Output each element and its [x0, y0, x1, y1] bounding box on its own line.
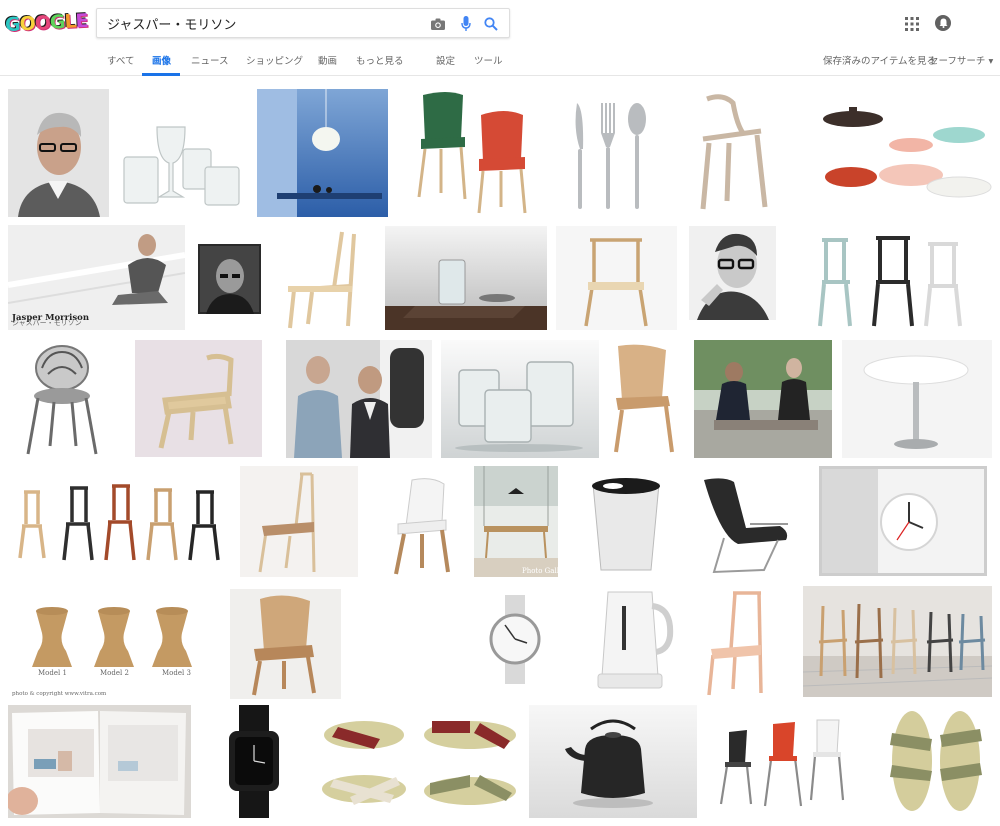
image-result[interactable]: [878, 705, 992, 818]
tab-all[interactable]: すべて: [107, 53, 134, 67]
image-result[interactable]: [529, 705, 697, 818]
image-result[interactable]: [842, 340, 992, 458]
google-doodle-logo[interactable]: GOOGLE: [4, 8, 89, 38]
search-input[interactable]: [107, 13, 417, 33]
image-result[interactable]: Jasper Morrison ジャスパー・モリソン: [8, 225, 185, 330]
image-result[interactable]: [320, 705, 520, 818]
image-result[interactable]: [819, 466, 987, 576]
safesearch-toggle[interactable]: セーフサーチ ▾: [929, 53, 993, 67]
image-result[interactable]: [556, 226, 677, 330]
tab-shopping[interactable]: ショッピング: [246, 53, 303, 67]
tab-news[interactable]: ニュース: [191, 53, 229, 67]
tab-tools[interactable]: ツール: [474, 53, 503, 67]
search-tabs: すべて 画像 ニュース ショッピング 動画 もっと見る 設定 ツール 保存済みの…: [0, 48, 1000, 76]
image-result[interactable]: [715, 716, 862, 811]
image-result[interactable]: [8, 89, 109, 217]
image-result[interactable]: Photo Gallery: [474, 466, 558, 577]
image-result[interactable]: [8, 338, 118, 458]
image-results-grid: Jasper Morrison ジャスパー・モリソン Photo Gal Mod…: [0, 76, 1000, 826]
search-box: [96, 8, 510, 38]
image-result[interactable]: [8, 466, 232, 567]
image-result[interactable]: [198, 244, 261, 314]
apps-grid-icon[interactable]: [905, 16, 919, 31]
image-result[interactable]: [594, 586, 677, 696]
image-caption-copyright: photo & copyright www.vitra.com: [12, 691, 107, 697]
image-result[interactable]: [803, 586, 992, 697]
image-caption: Photo Gallery: [522, 567, 558, 575]
image-result[interactable]: [401, 89, 541, 217]
image-result[interactable]: [8, 705, 191, 818]
image-caption: Model 3: [162, 669, 191, 677]
image-result[interactable]: [705, 589, 774, 699]
image-result[interactable]: [257, 89, 388, 217]
image-result[interactable]: [683, 89, 785, 217]
search-icon[interactable]: [482, 15, 500, 33]
image-result[interactable]: [441, 340, 599, 458]
image-result[interactable]: [694, 474, 798, 577]
image-result[interactable]: [583, 474, 669, 577]
image-result[interactable]: [225, 705, 282, 818]
saved-items-link[interactable]: 保存済みのアイテムを見る: [823, 53, 936, 67]
image-result[interactable]: [812, 226, 992, 330]
image-result[interactable]: [135, 340, 262, 457]
tab-videos[interactable]: 動画: [318, 53, 337, 67]
camera-icon[interactable]: [429, 15, 447, 33]
image-result[interactable]: [485, 595, 545, 684]
image-result[interactable]: [385, 226, 547, 330]
tab-more[interactable]: もっと見る: [356, 53, 404, 67]
microphone-icon[interactable]: [457, 15, 475, 33]
image-result[interactable]: [240, 466, 358, 577]
image-caption: Model 2: [100, 669, 129, 677]
image-result[interactable]: Model 1 Model 2 Model 3 photo & copyrigh…: [8, 589, 192, 699]
image-result[interactable]: [694, 340, 832, 458]
image-result[interactable]: [606, 340, 685, 458]
image-result[interactable]: [284, 228, 362, 330]
image-caption: Model 1: [38, 669, 67, 677]
image-result[interactable]: [119, 109, 245, 218]
image-caption-sub: ジャスパー・モリソン: [12, 319, 82, 327]
doodle-lettering: GOOGLE: [4, 9, 89, 37]
header: GOOGLE すべて 画像 ニュース ショッピング 動画 もっと見る 設定 ツー…: [0, 0, 1000, 76]
tab-images[interactable]: 画像: [152, 53, 171, 67]
image-result[interactable]: [553, 89, 665, 217]
image-result[interactable]: [230, 589, 341, 699]
image-result[interactable]: [384, 474, 460, 577]
notifications-bell-icon[interactable]: [935, 15, 951, 31]
image-result[interactable]: [286, 340, 432, 458]
tab-settings[interactable]: 設定: [436, 53, 455, 67]
image-result[interactable]: [811, 93, 992, 213]
image-result[interactable]: [689, 226, 776, 320]
